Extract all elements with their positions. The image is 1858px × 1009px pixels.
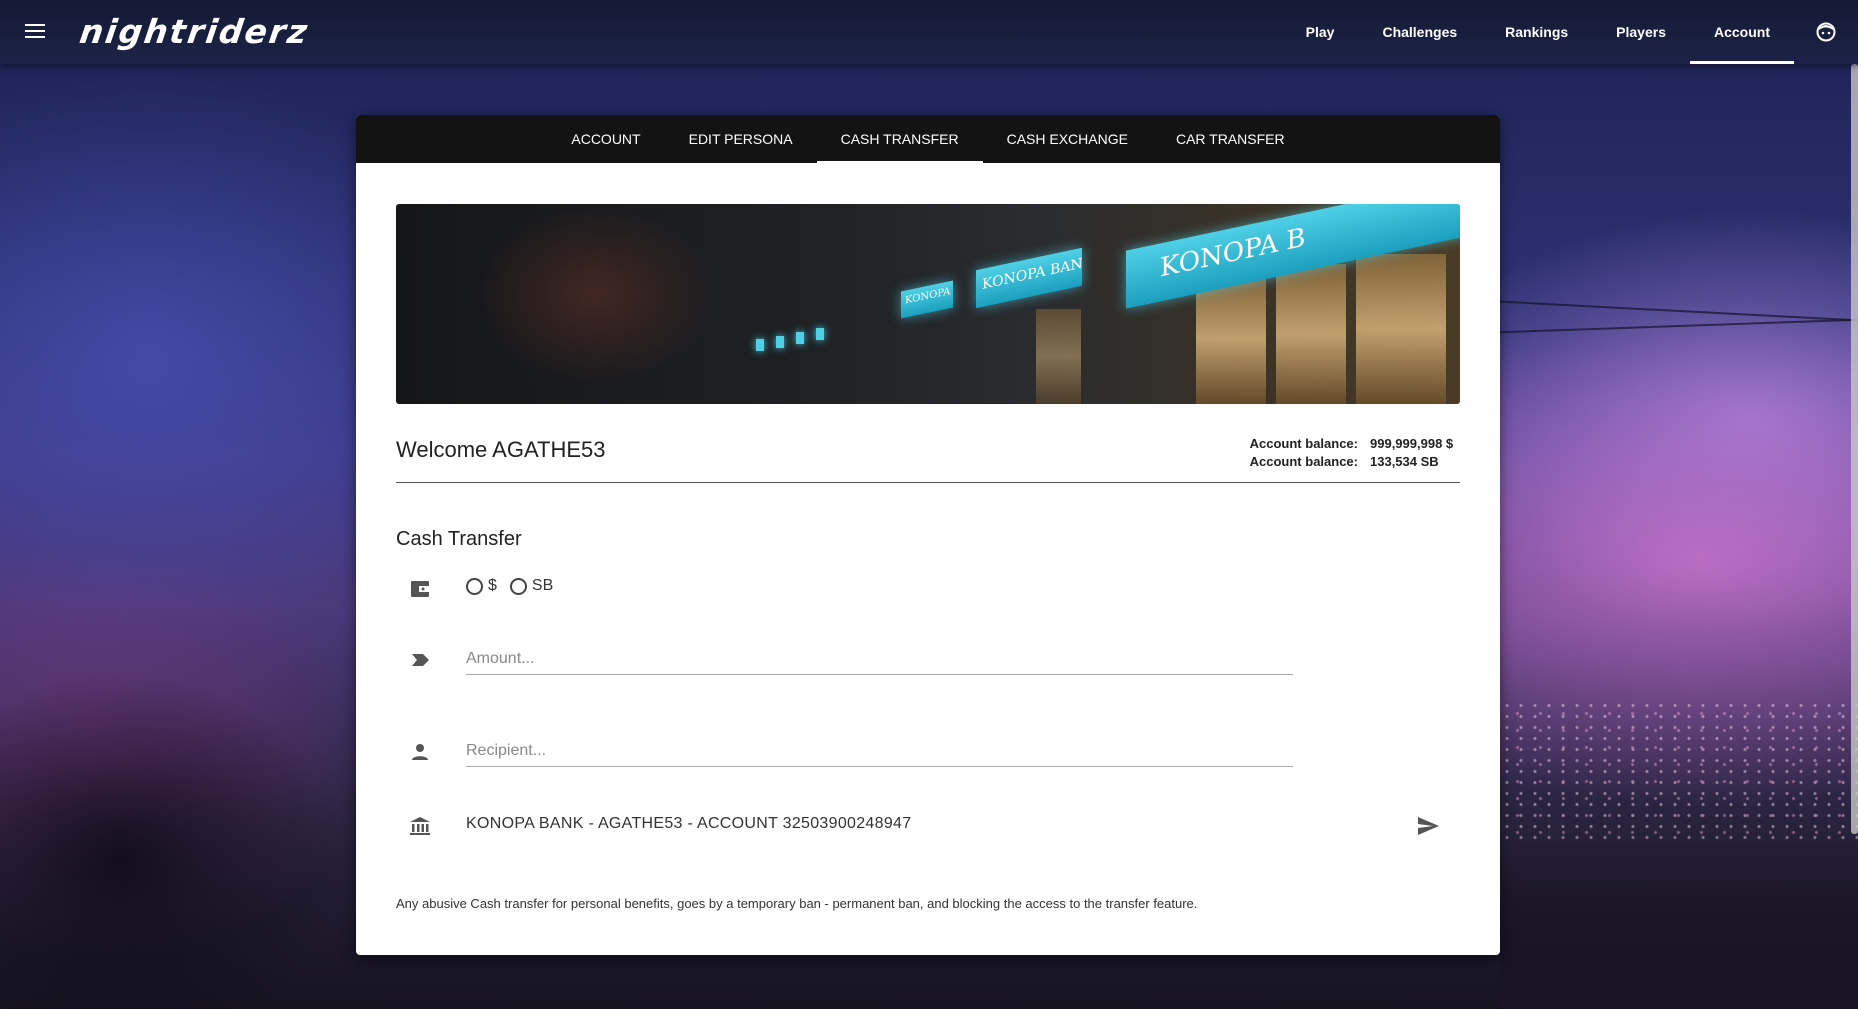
person-icon	[412, 744, 428, 760]
tab-account[interactable]: ACCOUNT	[547, 115, 664, 163]
cash-transfer-title: Cash Transfer	[396, 528, 522, 550]
banner-light	[816, 328, 824, 340]
currency-radio-sb[interactable]	[509, 577, 527, 595]
balance-value: 999,999,998 $	[1370, 436, 1454, 451]
tab-car-transfer[interactable]: CAR TRANSFER	[1152, 115, 1309, 163]
nav-rankings[interactable]: Rankings	[1481, 0, 1592, 64]
nav-challenges[interactable]: Challenges	[1358, 0, 1481, 64]
currency-label-sb[interactable]: SB	[532, 577, 553, 595]
background-foliage	[0, 620, 380, 1009]
hamburger-icon[interactable]	[25, 24, 45, 40]
banner-window	[1276, 264, 1346, 404]
label-tag-icon	[412, 654, 429, 666]
tab-cash-transfer[interactable]: CASH TRANSFER	[816, 115, 983, 163]
banner-light	[756, 339, 764, 351]
banner-window	[1196, 274, 1266, 404]
background-city-lights	[1500, 700, 1858, 840]
currency-label-dollar[interactable]: $	[488, 577, 497, 595]
banner-light	[776, 336, 784, 348]
bank-sign-medium: KONOPA BANK	[976, 247, 1082, 309]
section-divider	[396, 482, 1460, 483]
balance-row-dollars: Account balance: 999,999,998 $	[1250, 435, 1460, 453]
page-scrollbar[interactable]	[1851, 64, 1858, 834]
site-logo[interactable]: nightriderz	[77, 12, 311, 51]
banner-window	[1356, 254, 1446, 404]
wallet-icon	[411, 581, 429, 597]
tab-edit-persona[interactable]: EDIT PERSONA	[665, 115, 817, 163]
bank-account-line: KONOPA BANK - AGATHE53 - ACCOUNT 3250390…	[466, 815, 912, 832]
recipient-input[interactable]	[466, 736, 1293, 767]
tab-cash-exchange[interactable]: CASH EXCHANGE	[983, 115, 1152, 163]
nav-players[interactable]: Players	[1592, 0, 1690, 64]
banner-tree	[396, 204, 756, 404]
background-hill	[1500, 830, 1858, 1009]
balance-row-sb: Account balance: 133,534 SB	[1250, 453, 1460, 471]
send-icon[interactable]	[1416, 814, 1440, 838]
welcome-heading: Welcome AGATHE53	[396, 437, 606, 462]
user-face-icon[interactable]	[1816, 22, 1836, 42]
currency-radio-dollar[interactable]	[466, 577, 483, 595]
balance-value: 133,534 SB	[1370, 454, 1439, 469]
nav-play[interactable]: Play	[1282, 0, 1359, 64]
main-nav: Play Challenges Rankings Players Account	[1282, 0, 1794, 64]
banner-window	[1036, 309, 1081, 404]
background-wire	[1500, 300, 1858, 322]
bank-icon	[410, 817, 430, 835]
account-card: ACCOUNT EDIT PERSONA CASH TRANSFER CASH …	[356, 115, 1500, 955]
top-navigation-bar: nightriderz Play Challenges Rankings Pla…	[0, 0, 1858, 64]
currency-radio-group: $ SB	[466, 577, 566, 595]
balance-label: Account balance:	[1249, 436, 1358, 451]
transfer-policy-notice: Any abusive Cash transfer for personal b…	[396, 896, 1198, 911]
bank-banner-image: KONOPA BAN KONOPA BANK KONOPA B	[396, 204, 1460, 404]
bank-sign-small: KONOPA BAN	[901, 280, 953, 319]
banner-light	[796, 332, 804, 344]
nav-account[interactable]: Account	[1690, 0, 1794, 64]
account-balances: Account balance: 999,999,998 $ Account b…	[1250, 435, 1460, 471]
account-tabs: ACCOUNT EDIT PERSONA CASH TRANSFER CASH …	[356, 115, 1500, 163]
balance-label: Account balance:	[1249, 454, 1358, 469]
background-wire	[1500, 318, 1858, 334]
amount-input[interactable]	[466, 644, 1293, 675]
